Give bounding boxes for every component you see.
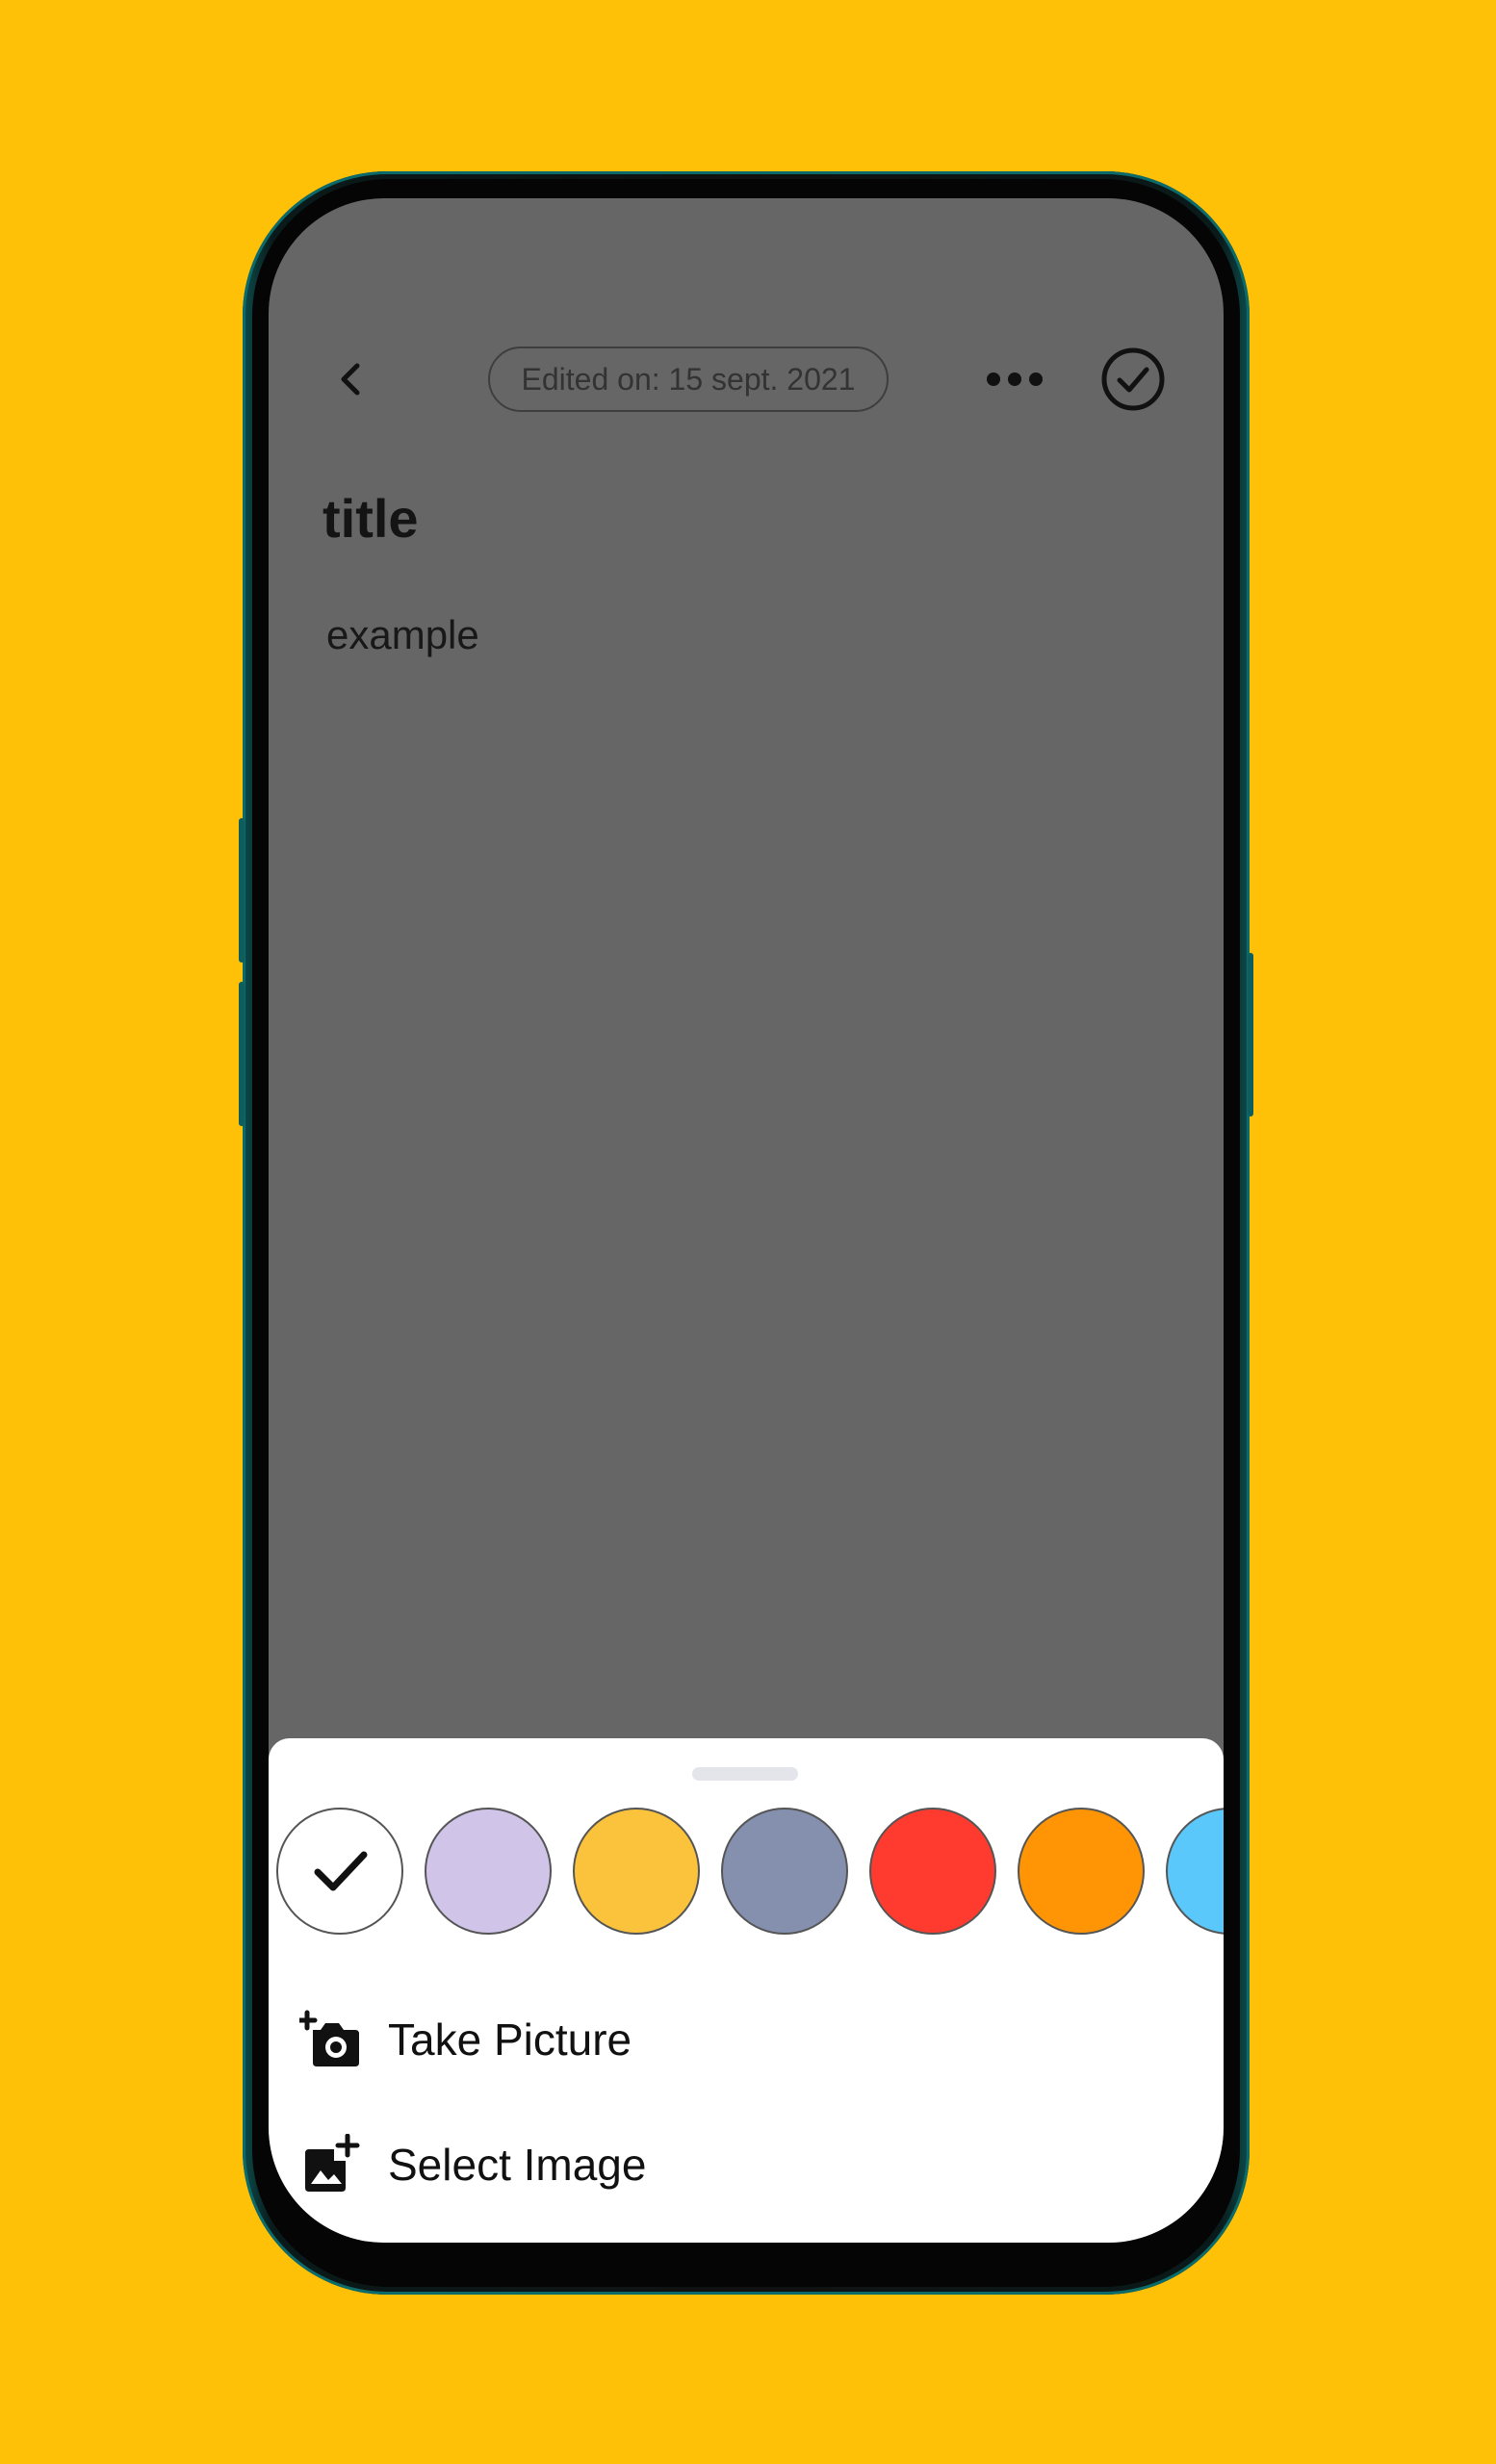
note-title[interactable]: title [322,487,419,550]
edited-date-badge: Edited on: 15 sept. 2021 [488,346,889,412]
save-done-button[interactable] [1100,346,1166,412]
color-swatch-amber[interactable] [573,1808,700,1935]
color-swatch-orange[interactable] [1018,1808,1145,1935]
take-picture-button[interactable]: Take Picture [297,1996,1164,2083]
more-options-button[interactable] [981,350,1048,408]
color-swatch-white[interactable] [276,1808,403,1935]
color-swatch-lavender[interactable] [425,1808,552,1935]
take-picture-label: Take Picture [388,2015,632,2065]
add-camera-icon [297,2007,363,2072]
note-body[interactable]: example [326,612,479,658]
check-icon [314,1851,368,1891]
color-swatch-sky-blue[interactable] [1166,1808,1224,1935]
app-screen: Edited on: 15 sept. 2021 title example T… [269,198,1224,2243]
add-photo-icon [297,2132,363,2197]
color-swatch-row[interactable] [269,1808,1224,1937]
power-button [1248,953,1253,1116]
bottom-sheet: Take Picture Select Image [269,1738,1224,2243]
select-image-label: Select Image [388,2140,647,2190]
volume-button [239,818,245,962]
top-bar: Edited on: 15 sept. 2021 [269,323,1224,439]
more-horizontal-icon [987,372,1043,386]
color-swatch-slate-blue[interactable] [721,1808,848,1935]
edited-date-label: Edited on: 15 sept. 2021 [521,361,856,397]
volume-button-lower [239,982,245,1126]
drag-handle[interactable] [692,1767,798,1781]
back-button[interactable] [322,350,380,408]
select-image-button[interactable]: Select Image [297,2121,1164,2208]
chevron-left-icon [341,363,360,396]
color-swatch-red[interactable] [869,1808,996,1935]
check-circle-icon [1101,347,1165,411]
